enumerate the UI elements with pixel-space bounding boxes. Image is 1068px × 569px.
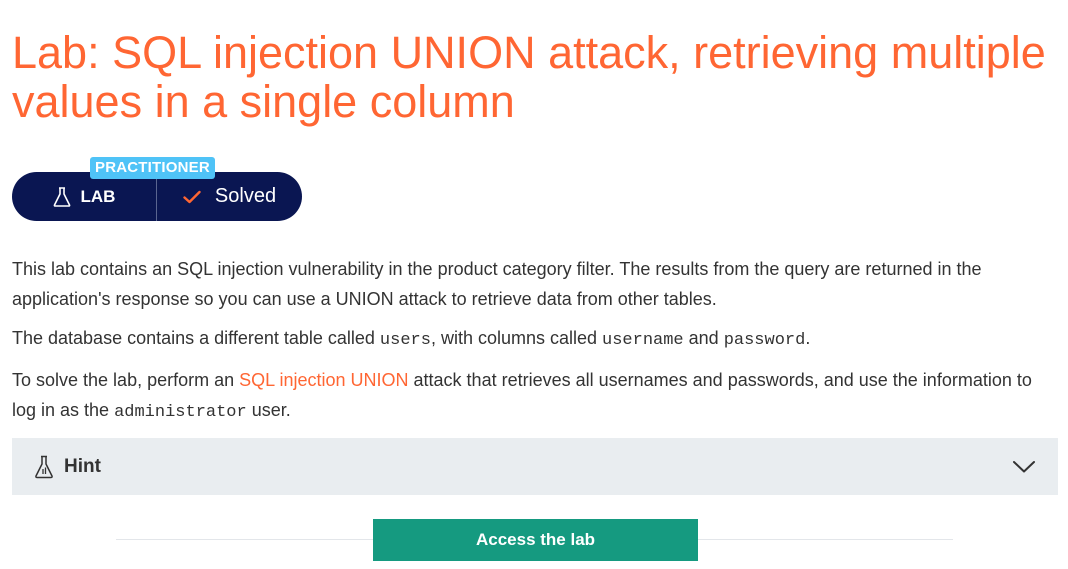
chevron-down-icon <box>1013 460 1035 472</box>
flask-icon <box>35 455 53 478</box>
admin-user-code: administrator <box>114 403 247 422</box>
lab-status-pill: LAB Solved <box>12 172 302 221</box>
flask-icon <box>53 186 70 207</box>
text-segment: To solve the lab, perform an <box>12 370 240 390</box>
lab-type: LAB <box>12 172 157 221</box>
table-name-code: users <box>379 331 431 350</box>
hint-label: Hint <box>64 455 101 477</box>
lab-page: Lab: SQL injection UNION attack, retriev… <box>0 0 1068 569</box>
text-segment: and <box>683 328 724 348</box>
checkmark-icon <box>183 190 201 203</box>
text-segment: The database contains a different table … <box>12 328 380 348</box>
text-segment: . <box>805 328 811 348</box>
column-password-code: password <box>723 331 806 350</box>
level-badge: PRACTITIONER <box>90 157 215 179</box>
column-username-code: username <box>602 331 684 350</box>
access-lab-button[interactable]: Access the lab <box>373 519 698 561</box>
lab-description-goal: To solve the lab, perform an SQL injecti… <box>12 365 1058 428</box>
page-title: Lab: SQL injection UNION attack, retriev… <box>12 27 1046 127</box>
text-segment: , with columns called <box>430 328 603 348</box>
solved-status: Solved <box>157 172 302 221</box>
text-segment: user. <box>246 400 291 420</box>
sql-injection-union-link[interactable]: SQL injection UNION <box>239 370 408 390</box>
solved-label: Solved <box>214 185 277 207</box>
lab-description-database: The database contains a different table … <box>12 323 1058 356</box>
hint-toggle[interactable]: Hint <box>12 438 1058 495</box>
lab-description-intro: This lab contains an SQL injection vulne… <box>12 259 982 309</box>
lab-label: LAB <box>80 186 116 206</box>
